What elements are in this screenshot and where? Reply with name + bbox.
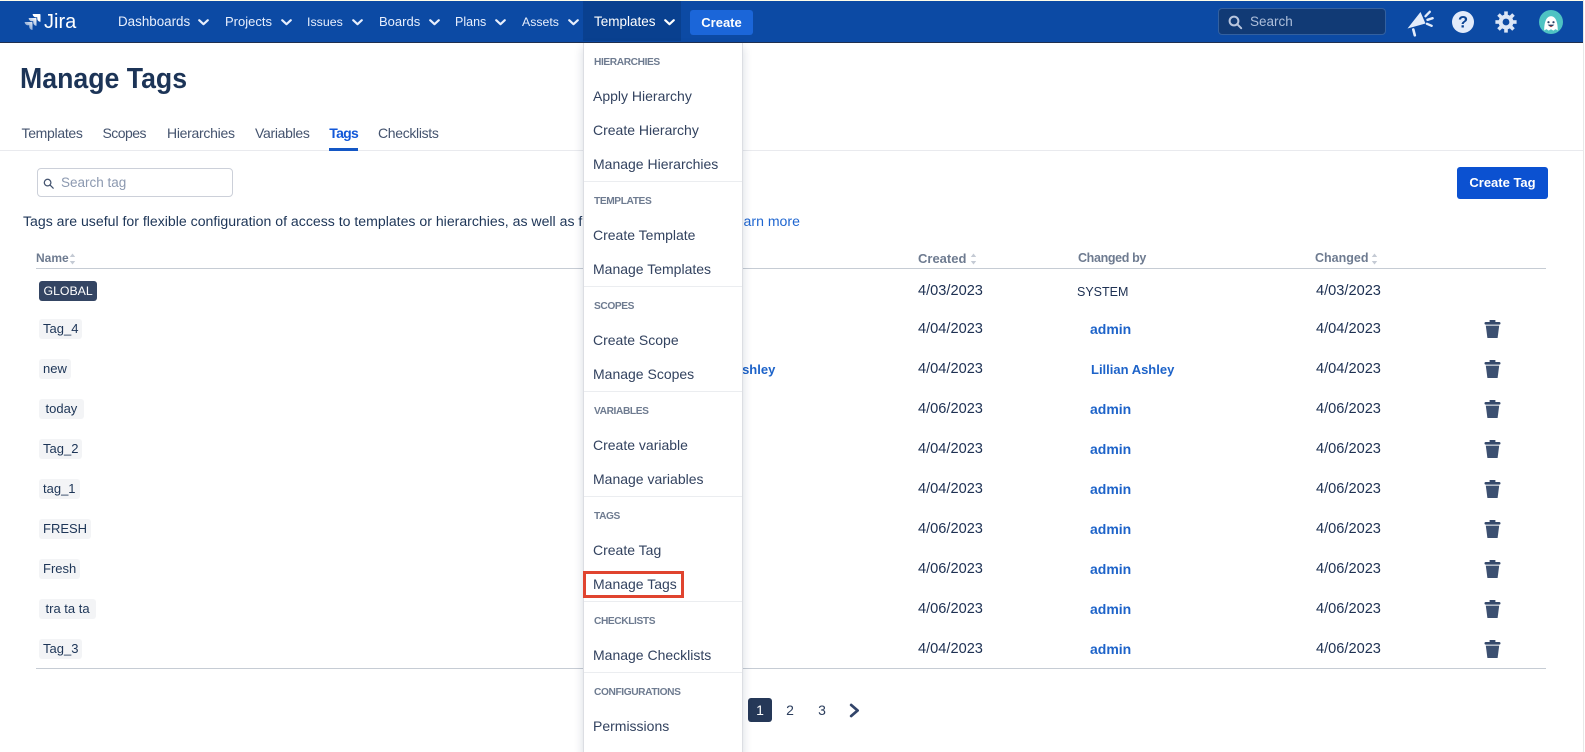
svg-text:?: ? <box>1458 14 1468 32</box>
